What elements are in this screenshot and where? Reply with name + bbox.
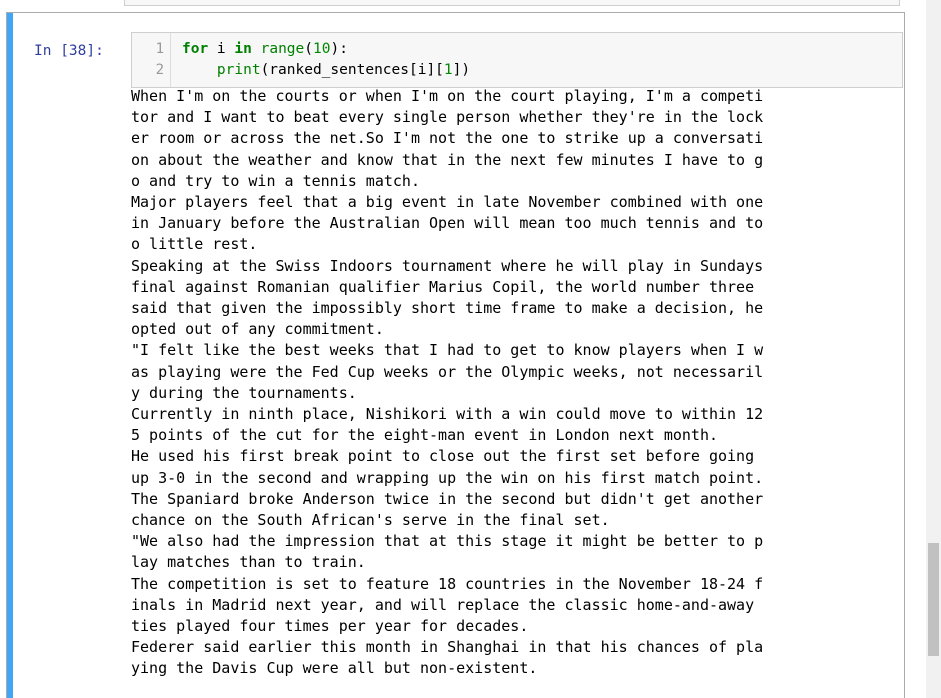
output-line: ying the Davis Cup were all but non-exis…: [131, 659, 538, 678]
output-line: When I'm on the courts or when I'm on th…: [131, 87, 764, 105]
vertical-scrollbar[interactable]: [926, 0, 941, 698]
output-line: up 3-0 in the second and wrapping up the…: [131, 468, 764, 487]
line-number: 1: [155, 41, 164, 57]
keyword-for: for: [182, 41, 209, 57]
code-number: 1: [443, 62, 453, 78]
code-args: (ranked_sentences[i][: [260, 62, 444, 78]
cell-selection-bar: [7, 13, 13, 698]
output-line: inals in Madrid next year, and will repl…: [131, 595, 755, 614]
builtin-range: range: [260, 41, 305, 57]
code-args: ]): [452, 62, 471, 78]
builtin-print: print: [216, 62, 261, 78]
output-line: ties played four times per year for deca…: [131, 617, 529, 636]
code-line-2[interactable]: print(ranked_sentences[i][1]): [182, 60, 470, 81]
output-line: "I felt like the best weeks that I had t…: [131, 341, 764, 360]
previous-cell-edge[interactable]: [124, 0, 900, 6]
output-line: The Spaniard broke Anderson twice in the…: [131, 489, 764, 508]
output-line: opted out of any commitment.: [131, 320, 384, 339]
output-line: final against Romanian qualifier Marius …: [131, 277, 755, 296]
code-number: 10: [313, 41, 331, 57]
notebook-page: In [38]: 1 2 for i in range(10): print(r…: [0, 0, 941, 698]
output-line: as playing were the Fed Cup weeks or the…: [131, 362, 764, 381]
output-line: er room or across the net.So I'm not the…: [131, 129, 764, 148]
output-line: on about the weather and know that in th…: [131, 150, 764, 169]
output-line: The competition is set to feature 18 cou…: [131, 574, 764, 593]
output-line: Speaking at the Swiss Indoors tournament…: [131, 256, 764, 275]
output-line: o and try to win a tennis match.: [131, 171, 420, 190]
output-line: chance on the South African's serve in t…: [131, 511, 610, 530]
code-paren: (: [304, 41, 313, 57]
code-line-1[interactable]: for i in range(10):: [182, 39, 348, 60]
code-editor[interactable]: 1 2 for i in range(10): print(ranked_sen…: [131, 32, 903, 88]
output-line: lay matches than to train.: [131, 553, 366, 572]
cell-output: When I'm on the courts or when I'm on th…: [131, 86, 871, 680]
output-line: "We also had the impression that at this…: [131, 532, 764, 551]
scrollbar-thumb[interactable]: [928, 543, 939, 656]
output-line: y during the tournaments.: [131, 383, 357, 402]
output-line: Federer said earlier this month in Shang…: [131, 638, 764, 657]
output-line: in January before the Australian Open wi…: [131, 214, 764, 233]
output-line: Major players feel that a big event in l…: [131, 193, 764, 212]
output-line: said that given the impossibly short tim…: [131, 299, 764, 318]
keyword-in: in: [234, 41, 252, 57]
output-line: o little rest.: [131, 235, 258, 254]
line-number: 2: [155, 62, 164, 78]
output-line: 5 points of the cut for the eight-man ev…: [131, 426, 718, 445]
code-var: i: [208, 41, 235, 57]
input-prompt: In [38]:: [34, 43, 104, 59]
code-paren: ):: [330, 41, 348, 57]
output-line: He used his first break point to close o…: [131, 447, 755, 466]
line-number-gutter: 1 2: [132, 33, 171, 87]
output-line: Currently in ninth place, Nishikori with…: [131, 405, 764, 424]
output-line: tor and I want to beat every single pers…: [131, 108, 764, 127]
